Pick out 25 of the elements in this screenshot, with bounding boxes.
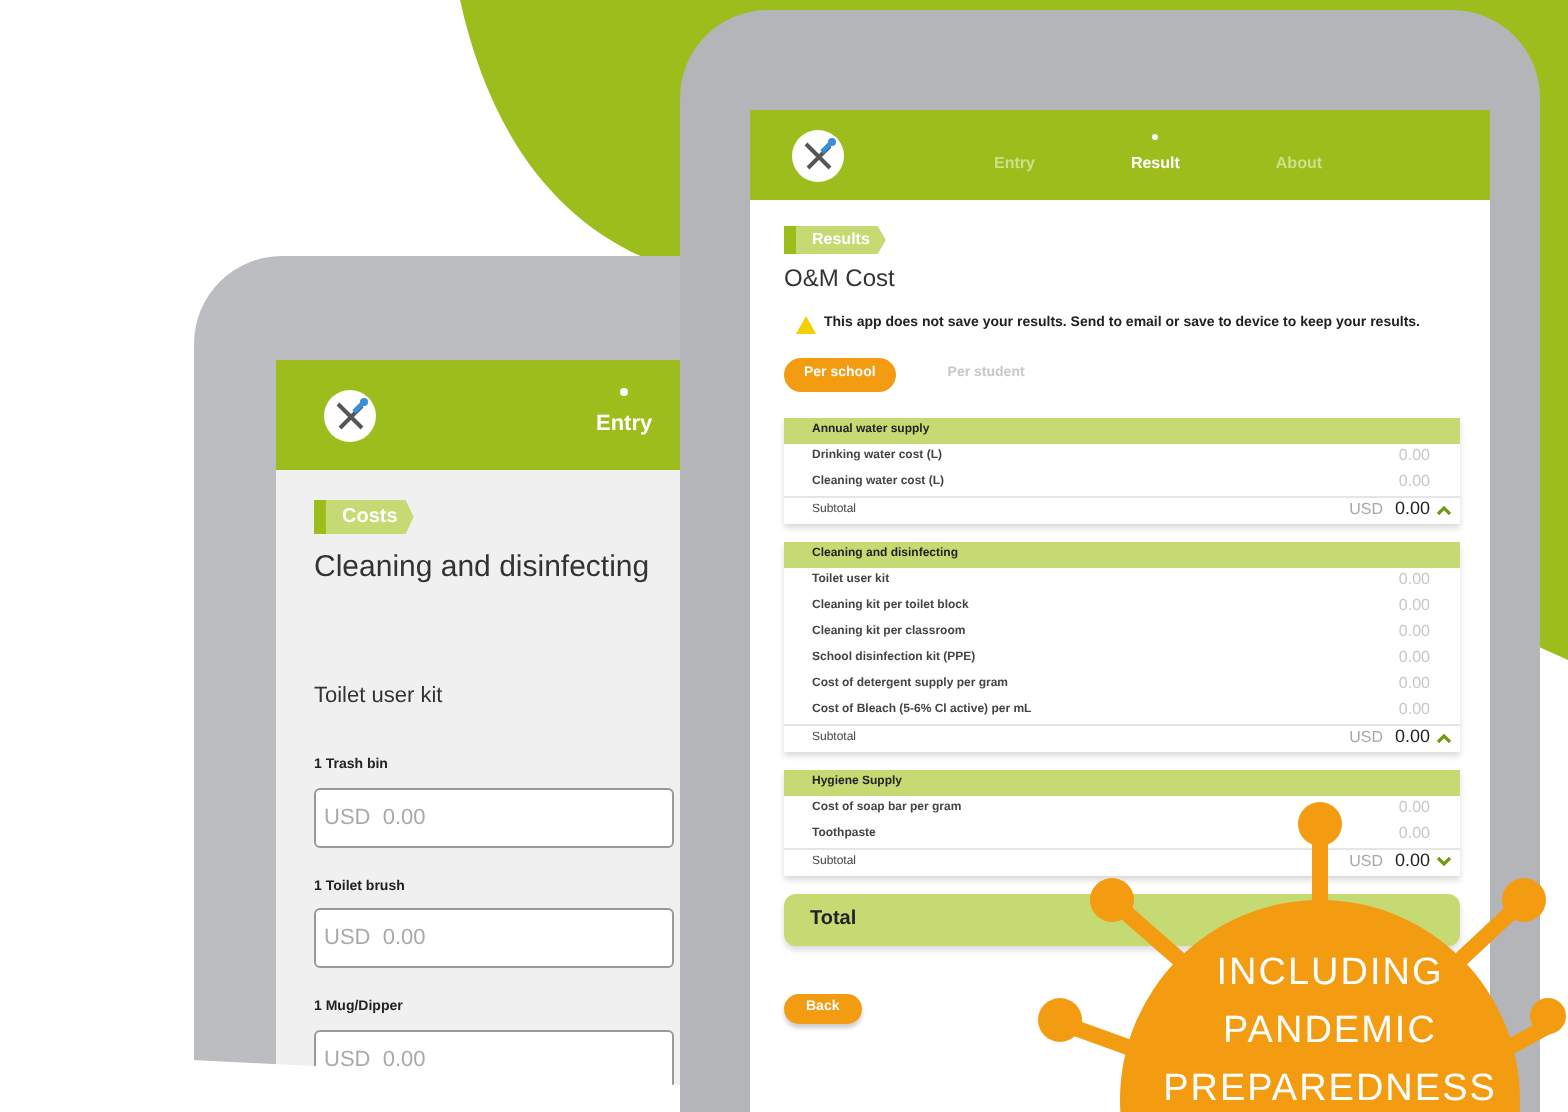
nav-tab[interactable]: About [1275,134,1323,176]
subtotal-value: 0.00 [1394,848,1430,875]
nav-tab[interactable]: Entry [994,134,1035,176]
tools-logo-icon [792,129,844,181]
total-label: Total [810,906,857,934]
section-tag: Results [784,226,886,254]
section-heading: Toilet user kit [314,681,443,711]
currency-label: USD [1349,850,1383,874]
chevron-up-icon[interactable] [1436,504,1452,516]
subtotal-value: 0.00 [1394,724,1430,751]
subtotal-value: 0.00 [1394,496,1430,523]
currency-label: USD [1349,498,1383,522]
nav-tab[interactable]: Result [1130,134,1180,176]
chevron-up-icon[interactable] [1436,732,1452,744]
chevron-down-icon[interactable] [1436,856,1452,868]
currency-label: USD [1349,726,1383,750]
input-field[interactable]: USD 0.00 [314,908,674,968]
warning-icon [796,315,816,334]
page-title: O&M Cost [784,262,897,296]
tools-logo-icon [324,389,376,441]
nav-tab[interactable]: Entry [596,388,653,442]
input-field[interactable]: USD 0.00 [314,787,674,847]
badge-text: INCLUDING PANDEMIC PREPAREDNESS [1161,950,1499,1112]
section-tag: Costs [314,500,414,534]
page-title: Cleaning and disinfecting [314,548,650,588]
